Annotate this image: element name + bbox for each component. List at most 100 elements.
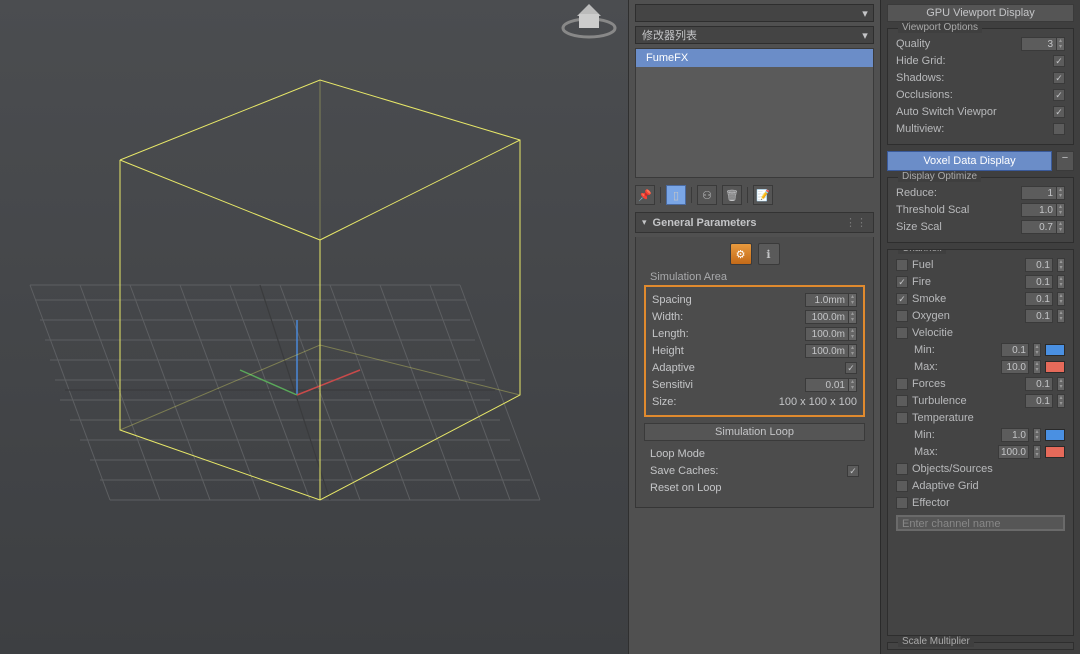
viewcube[interactable] [558, 0, 620, 40]
turbulence-label: Turbulence [912, 395, 1021, 407]
quality-spinner[interactable]: 3▴▾ [1021, 37, 1065, 51]
threshold-label: Threshold Scal [896, 204, 1017, 216]
viewport-wireframe [0, 0, 628, 654]
smoke-value[interactable]: 0.1 [1025, 292, 1053, 306]
effector-checkbox[interactable] [896, 497, 908, 509]
sim-area-highlight: Spacing1.0mm▴▾ Width:100.0m▴▾ Length:100… [644, 285, 865, 417]
auto-switch-checkbox[interactable]: ✓ [1053, 106, 1065, 118]
vel-max-color[interactable] [1045, 361, 1065, 373]
temperature-label: Temperature [912, 412, 1065, 424]
group-sim-area: Simulation Area [650, 271, 865, 283]
reduce-spinner[interactable]: 1▴▾ [1021, 186, 1065, 200]
channel-name-input[interactable]: Enter channel name [896, 515, 1065, 531]
oxygen-checkbox[interactable] [896, 310, 908, 322]
trash-icon: 🗑 [725, 189, 739, 202]
temp-min-color[interactable] [1045, 429, 1065, 441]
rollout-general-parameters[interactable]: ▾ General Parameters ⋮⋮ [635, 212, 874, 233]
chevron-down-icon: ▾ [857, 29, 873, 42]
width-label: Width: [652, 311, 683, 323]
modifier-list-dropdown[interactable]: 修改器列表 ▾ [635, 26, 874, 44]
objects-checkbox[interactable] [896, 463, 908, 475]
collapse-icon: ▾ [642, 217, 647, 228]
save-caches-checkbox[interactable]: ✓ [847, 465, 859, 477]
fire-value[interactable]: 0.1 [1025, 275, 1053, 289]
occlusions-label: Occlusions: [896, 89, 1049, 101]
voxel-data-display-button[interactable]: Voxel Data Display [887, 151, 1052, 171]
fuel-label: Fuel [912, 259, 1021, 271]
info-icon: ℹ [766, 248, 770, 261]
modify-panel: ▾ 修改器列表 ▾ FumeFX 📌 ▯ ⚇ 🗑 📝 ▾ General Par… [628, 0, 880, 654]
pin-icon: 📌 [638, 189, 652, 202]
multiview-checkbox[interactable] [1053, 123, 1065, 135]
velocities-label: Velocitie [912, 327, 1065, 339]
fire-label: Fire [912, 276, 1021, 288]
smoke-checkbox[interactable]: ✓ [896, 293, 908, 305]
vel-min-value[interactable]: 0.1 [1001, 343, 1029, 357]
temp-max-value[interactable]: 100.0 [998, 445, 1029, 459]
hide-grid-checkbox[interactable]: ✓ [1053, 55, 1065, 67]
hide-grid-label: Hide Grid: [896, 55, 1049, 67]
scale-multiplier-title: Scale Multiplier [898, 636, 974, 647]
threshold-spinner[interactable]: 1.0▴▾ [1021, 203, 1065, 217]
vel-max-value[interactable]: 10.0 [1001, 360, 1029, 374]
sizescale-label: Size Scal [896, 221, 1017, 233]
adaptive-grid-label: Adaptive Grid [912, 480, 1065, 492]
viewport-3d[interactable] [0, 0, 628, 654]
occlusions-checkbox[interactable]: ✓ [1053, 89, 1065, 101]
spacing-label: Spacing [652, 294, 692, 306]
forces-value[interactable]: 0.1 [1025, 377, 1053, 391]
configure-icon: 📝 [756, 189, 770, 202]
channel-group: Channel: Fuel0.1▴▾ ✓Fire0.1▴▾ ✓Smoke0.1▴… [887, 249, 1074, 636]
adaptive-grid-checkbox[interactable] [896, 480, 908, 492]
height-spinner[interactable]: 100.0m▴▾ [805, 344, 857, 358]
spacing-spinner[interactable]: 1.0mm▴▾ [805, 293, 857, 307]
fuel-checkbox[interactable] [896, 259, 908, 271]
velocities-checkbox[interactable] [896, 327, 908, 339]
sensitivity-label: Sensitivi [652, 379, 693, 391]
show-end-result-button[interactable]: ▯ [666, 185, 686, 205]
vel-max-label: Max: [914, 361, 997, 373]
quality-label: Quality [896, 38, 1017, 50]
width-spinner[interactable]: 100.0m▴▾ [805, 310, 857, 324]
gpu-display-header: GPU Viewport Display [887, 4, 1074, 22]
smoke-label: Smoke [912, 293, 1021, 305]
temp-max-color[interactable] [1045, 446, 1065, 458]
channel-title: Channel: [898, 249, 946, 254]
make-unique-button[interactable]: ⚇ [697, 185, 717, 205]
pin-stack-button[interactable]: 📌 [635, 185, 655, 205]
adaptive-checkbox[interactable]: ✓ [845, 362, 857, 374]
fire-checkbox[interactable]: ✓ [896, 276, 908, 288]
shadows-label: Shadows: [896, 72, 1049, 84]
vel-min-label: Min: [914, 344, 997, 356]
remove-modifier-button[interactable]: 🗑 [722, 185, 742, 205]
drag-handle-icon: ⋮⋮ [845, 216, 867, 229]
modifier-item-fumefx[interactable]: FumeFX [636, 49, 873, 67]
sensitivity-spinner[interactable]: 0.01▴▾ [805, 378, 857, 392]
forces-checkbox[interactable] [896, 378, 908, 390]
forces-label: Forces [912, 378, 1021, 390]
sizescale-spinner[interactable]: 0.7▴▾ [1021, 220, 1065, 234]
shadows-checkbox[interactable]: ✓ [1053, 72, 1065, 84]
modifier-stack[interactable]: FumeFX [635, 48, 874, 178]
turbulence-checkbox[interactable] [896, 395, 908, 407]
multiview-label: Multiview: [896, 123, 1049, 135]
temperature-checkbox[interactable] [896, 412, 908, 424]
save-caches-label: Save Caches: [650, 465, 718, 477]
open-ui-button[interactable]: ⚙ [730, 243, 752, 265]
viewport-options-title: Viewport Options [898, 22, 982, 33]
modifier-list-label: 修改器列表 [636, 27, 857, 43]
height-label: Height [652, 345, 684, 357]
configure-sets-button[interactable]: 📝 [753, 185, 773, 205]
oxygen-value[interactable]: 0.1 [1025, 309, 1053, 323]
object-name-field[interactable]: ▾ [635, 4, 874, 22]
info-button[interactable]: ℹ [758, 243, 780, 265]
length-spinner[interactable]: 100.0m▴▾ [805, 327, 857, 341]
loop-mode-label: Loop Mode [650, 448, 705, 460]
voxel-remove-button[interactable]: − [1056, 151, 1074, 171]
temp-min-value[interactable]: 1.0 [1001, 428, 1029, 442]
vel-min-color[interactable] [1045, 344, 1065, 356]
turbulence-value[interactable]: 0.1 [1025, 394, 1053, 408]
temp-min-label: Min: [914, 429, 997, 441]
scale-multiplier-group: Scale Multiplier [887, 642, 1074, 650]
fuel-value[interactable]: 0.1 [1025, 258, 1053, 272]
